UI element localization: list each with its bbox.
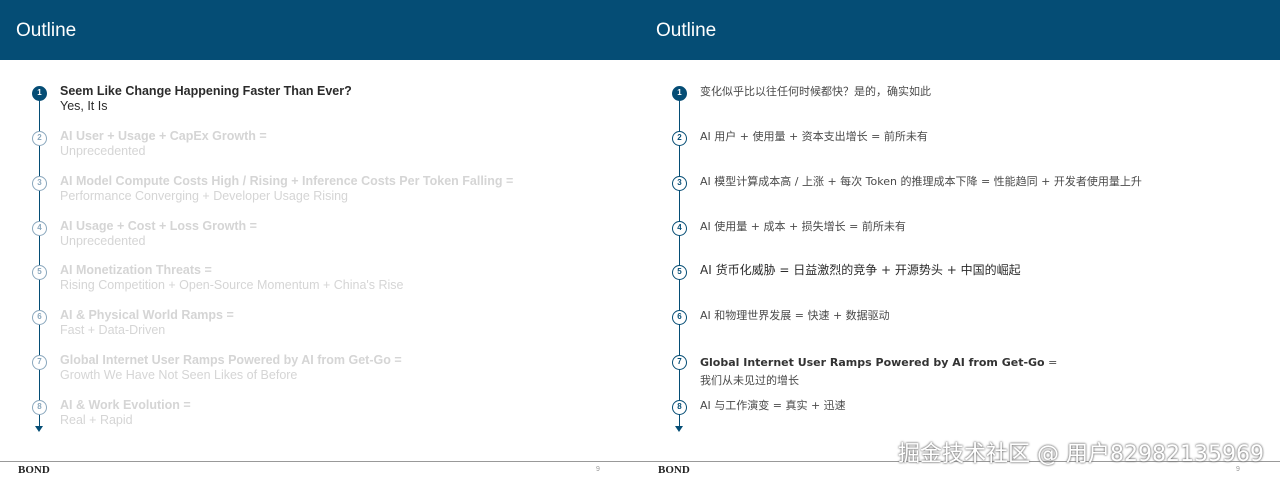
outline-heading: AI 货币化威胁 = 日益激烈的竞争 + 开源势头 + 中国的崛起 bbox=[700, 263, 1021, 277]
outline-subheading: Real + Rapid bbox=[60, 413, 133, 427]
outline-text: AI & Physical World Ramps = Fast + Data-… bbox=[60, 308, 620, 338]
outline-heading: AI 使用量 + 成本 + 损失增长 = 前所未有 bbox=[700, 220, 906, 233]
footer-brand-logo: BOND bbox=[658, 464, 690, 476]
outline-heading: AI Model Compute Costs High / Rising + I… bbox=[60, 174, 514, 188]
outline-text: 变化似乎比以往任何时候都快？是的，确实如此 bbox=[700, 84, 1260, 99]
slide-title: Outline bbox=[16, 20, 77, 41]
outline-subheading: Yes, It Is bbox=[60, 99, 108, 113]
outline-number-badge: 5 bbox=[32, 265, 47, 280]
outline-text: AI Model Compute Costs High / Rising + I… bbox=[60, 174, 620, 204]
outline-number-badge: 2 bbox=[672, 131, 687, 146]
outline-heading: AI 和物理世界发展 = 快速 + 数据驱动 bbox=[700, 309, 890, 322]
page-number: 9 bbox=[596, 466, 600, 473]
outline-heading: AI & Physical World Ramps = bbox=[60, 308, 234, 322]
outline-heading: Seem Like Change Happening Faster Than E… bbox=[60, 84, 352, 98]
slide-english: Outline 1 Seem Like Change Happening Fas… bbox=[0, 0, 640, 480]
outline-number-badge: 7 bbox=[32, 355, 47, 370]
outline-heading: AI 用户 + 使用量 + 资本支出增长 = 前所未有 bbox=[700, 130, 928, 143]
outline-number-badge: 7 bbox=[672, 355, 687, 370]
outline-heading: Global Internet User Ramps Powered by AI… bbox=[60, 353, 402, 367]
outline-number-badge: 4 bbox=[672, 221, 687, 236]
slide-title: Outline bbox=[656, 20, 717, 41]
outline-text: AI 与工作演变 = 真实 + 迅速 bbox=[700, 398, 1260, 413]
outline-number-badge: 1 bbox=[672, 86, 687, 101]
outline-heading: AI 模型计算成本高 / 上涨 + 每次 Token 的推理成本下降 = 性能趋… bbox=[700, 175, 1142, 188]
outline-subheading: Growth We Have Not Seen Likes of Before bbox=[60, 368, 298, 382]
outline-number-badge: 4 bbox=[32, 221, 47, 236]
outline-number-badge: 8 bbox=[672, 400, 687, 415]
outline-text: Seem Like Change Happening Faster Than E… bbox=[60, 84, 620, 114]
outline-number-badge: 6 bbox=[32, 310, 47, 325]
outline-text: AI 使用量 + 成本 + 损失增长 = 前所未有 bbox=[700, 219, 1260, 234]
outline-heading: AI 与工作演变 = 真实 + 迅速 bbox=[700, 399, 846, 412]
outline-number-badge: 6 bbox=[672, 310, 687, 325]
outline-text: AI Usage + Cost + Loss Growth = Unpreced… bbox=[60, 219, 620, 249]
timeline-arrow-icon bbox=[35, 426, 43, 432]
outline-number-badge: 3 bbox=[32, 176, 47, 191]
outline-subheading: Rising Competition + Open-Source Momentu… bbox=[60, 278, 404, 292]
outline-number-badge: 3 bbox=[672, 176, 687, 191]
timeline-arrow-icon bbox=[675, 426, 683, 432]
outline-subheading: Unprecedented bbox=[60, 234, 146, 248]
outline-number-badge: 5 bbox=[672, 265, 687, 280]
slide-header: Outline bbox=[640, 0, 1280, 60]
outline-heading: 变化似乎比以往任何时候都快？是的，确实如此 bbox=[700, 85, 931, 98]
outline-number-badge: 8 bbox=[32, 400, 47, 415]
footer-divider bbox=[0, 461, 640, 462]
outline-heading: AI Monetization Threats = bbox=[60, 263, 212, 277]
footer-brand-logo: BOND bbox=[18, 464, 50, 476]
outline-heading: AI & Work Evolution = bbox=[60, 398, 191, 412]
outline-heading: Global Internet User Ramps Powered by AI… bbox=[700, 356, 1045, 369]
outline-subheading: Unprecedented bbox=[60, 144, 146, 158]
outline-text: AI 货币化威胁 = 日益激烈的竞争 + 开源势头 + 中国的崛起 bbox=[700, 263, 1260, 278]
outline-text: AI 和物理世界发展 = 快速 + 数据驱动 bbox=[700, 308, 1260, 323]
outline-heading: AI User + Usage + CapEx Growth = bbox=[60, 129, 267, 143]
outline-text: AI 用户 + 使用量 + 资本支出增长 = 前所未有 bbox=[700, 129, 1260, 144]
outline-text: AI Monetization Threats = Rising Competi… bbox=[60, 263, 620, 293]
watermark: 掘金技术社区 @ 用户82982135969 bbox=[898, 442, 1264, 467]
outline-text: AI & Work Evolution = Real + Rapid bbox=[60, 398, 620, 428]
outline-heading: AI Usage + Cost + Loss Growth = bbox=[60, 219, 257, 233]
slide-chinese: Outline 1 变化似乎比以往任何时候都快？是的，确实如此 2 AI 用户 … bbox=[640, 0, 1280, 480]
outline-number-badge: 2 bbox=[32, 131, 47, 146]
outline-subheading: Fast + Data-Driven bbox=[60, 323, 166, 337]
slide-header: Outline bbox=[0, 0, 640, 60]
outline-text: AI User + Usage + CapEx Growth = Unprece… bbox=[60, 129, 620, 159]
outline-text: AI 模型计算成本高 / 上涨 + 每次 Token 的推理成本下降 = 性能趋… bbox=[700, 174, 1260, 189]
outline-subheading: Performance Converging + Developer Usage… bbox=[60, 189, 348, 203]
outline-text: Global Internet User Ramps Powered by AI… bbox=[700, 353, 1070, 389]
outline-text: Global Internet User Ramps Powered by AI… bbox=[60, 353, 620, 383]
outline-number-badge: 1 bbox=[32, 86, 47, 101]
